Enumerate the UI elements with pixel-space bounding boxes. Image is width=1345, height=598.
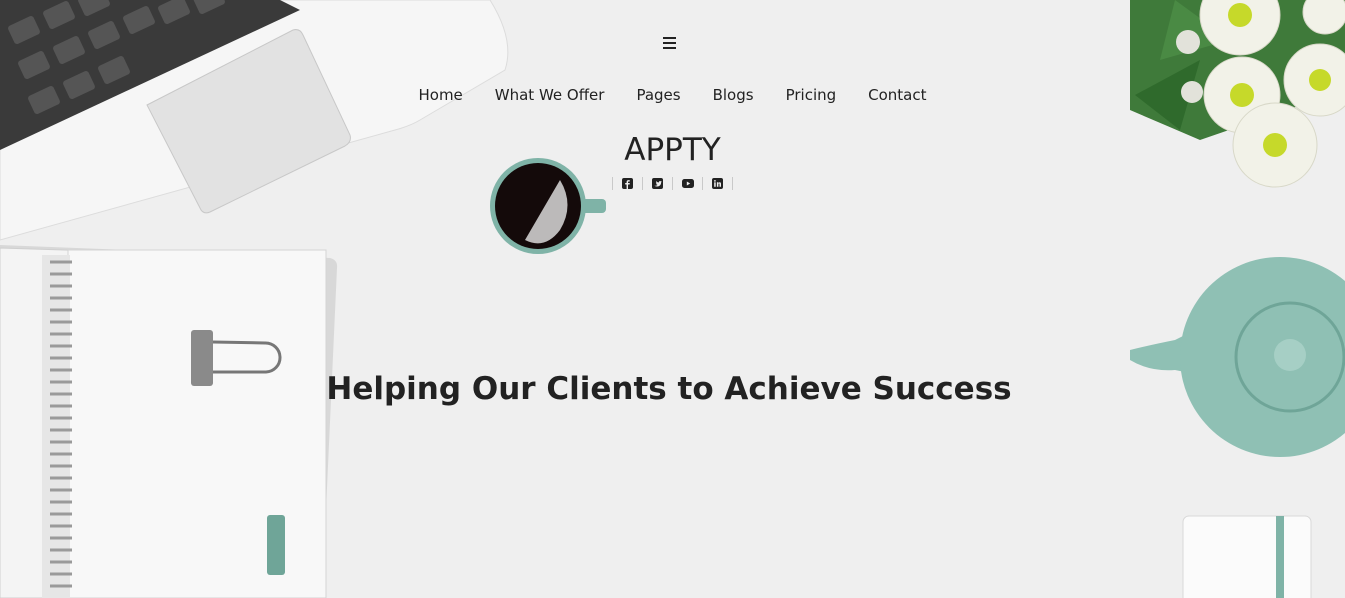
notebook-image	[0, 245, 338, 598]
nav-blogs[interactable]: Blogs	[713, 86, 754, 104]
teapot-image	[1130, 257, 1345, 457]
main-nav: Home What We Offer Pages Blogs Pricing C…	[0, 86, 1345, 104]
nav-pricing[interactable]: Pricing	[786, 86, 837, 104]
brand-title: APPTY	[624, 132, 721, 168]
nav-what-we-offer[interactable]: What We Offer	[495, 86, 605, 104]
laptop-image	[0, 0, 509, 241]
social-links	[0, 176, 1345, 190]
divider	[732, 176, 733, 190]
coffee-cup-image	[490, 158, 606, 254]
nav-home[interactable]: Home	[418, 86, 462, 104]
hamburger-icon[interactable]	[658, 33, 680, 53]
twitter-icon[interactable]	[643, 176, 672, 190]
linkedin-icon[interactable]	[703, 176, 732, 190]
nav-contact[interactable]: Contact	[868, 86, 926, 104]
facebook-icon[interactable]	[613, 176, 642, 190]
small-notebook-image	[1182, 515, 1312, 598]
youtube-icon[interactable]	[673, 176, 702, 190]
nav-pages[interactable]: Pages	[636, 86, 680, 104]
hero-headline: Helping Our Clients to Achieve Success	[326, 370, 1012, 407]
